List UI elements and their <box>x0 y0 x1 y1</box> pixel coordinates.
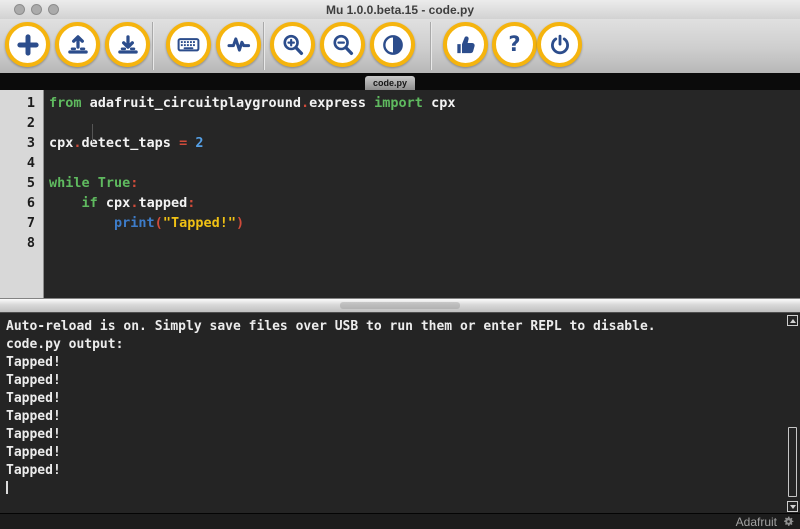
code-line: if cpx.tapped: <box>49 193 800 213</box>
zoom-out-button[interactable] <box>320 22 365 67</box>
download-icon <box>115 32 141 58</box>
power-icon <box>547 32 573 58</box>
chevron-down-icon <box>790 505 796 509</box>
line-number: 4 <box>0 153 35 173</box>
zoom-window-button[interactable] <box>48 4 59 15</box>
line-number: 7 <box>0 213 35 233</box>
scrollbar-up-button[interactable] <box>787 315 798 326</box>
line-number: 3 <box>0 133 35 153</box>
line-number: 5 <box>0 173 35 193</box>
line-number: 2 <box>0 113 35 133</box>
keyboard-icon <box>175 31 202 58</box>
indent-guide <box>92 124 93 143</box>
code-line: while True: <box>49 173 800 193</box>
mu-editor-window: Mu 1.0.0.beta.15 - code.py ? code.py 123… <box>0 0 800 529</box>
code-line <box>49 113 800 133</box>
toolbar: ? <box>0 19 800 73</box>
repl-line: Tapped! <box>6 372 784 390</box>
toolbar-separator <box>263 22 264 70</box>
line-number: 1 <box>0 93 35 113</box>
title-bar: Mu 1.0.0.beta.15 - code.py <box>0 0 800 20</box>
line-number: 6 <box>0 193 35 213</box>
code-editor[interactable]: 12345678 from adafruit_circuitplayground… <box>0 90 800 298</box>
magnifier-plus-icon <box>280 32 306 58</box>
close-window-button[interactable] <box>14 4 25 15</box>
magnifier-minus-icon <box>330 32 356 58</box>
traffic-lights <box>14 4 59 15</box>
plus-icon <box>15 32 41 58</box>
repl-line: Tapped! <box>6 426 784 444</box>
check-button[interactable] <box>443 22 488 67</box>
code-lines[interactable]: from adafruit_circuitplayground.express … <box>44 90 800 298</box>
toolbar-separator <box>152 22 153 70</box>
repl-line: Tapped! <box>6 390 784 408</box>
scrollbar-thumb[interactable] <box>788 427 797 497</box>
new-button[interactable] <box>5 22 50 67</box>
repl-line: Auto-reload is on. Simply save files ove… <box>6 318 784 336</box>
zoom-in-button[interactable] <box>270 22 315 67</box>
save-button[interactable] <box>105 22 150 67</box>
serial-button[interactable] <box>166 22 211 67</box>
plotter-button[interactable] <box>216 22 261 67</box>
status-bar: Adafruit <box>0 513 800 529</box>
tab-bar: code.py <box>0 73 800 90</box>
repl-line: Tapped! <box>6 354 784 372</box>
line-number-gutter: 12345678 <box>0 90 44 298</box>
scrollbar-down-button[interactable] <box>787 501 798 512</box>
code-line <box>49 233 800 253</box>
repl-line: Tapped! <box>6 462 784 480</box>
load-button[interactable] <box>55 22 100 67</box>
code-line: cpx.detect_taps = 2 <box>49 133 800 153</box>
repl-lines: Auto-reload is on. Simply save files ove… <box>6 318 784 480</box>
terminal-cursor <box>6 481 8 494</box>
toolbar-separator <box>430 22 431 70</box>
code-line: print("Tapped!") <box>49 213 800 233</box>
thumbs-up-icon <box>453 32 479 58</box>
repl-cursor-line <box>6 480 784 498</box>
window-title: Mu 1.0.0.beta.15 - code.py <box>326 3 474 17</box>
minimize-window-button[interactable] <box>31 4 42 15</box>
gear-icon[interactable] <box>782 515 795 528</box>
pulse-icon <box>225 31 252 58</box>
tab-code-py[interactable]: code.py <box>365 76 415 90</box>
pane-splitter[interactable] <box>0 298 800 313</box>
tab-label: code.py <box>373 78 407 88</box>
contrast-icon <box>380 32 406 58</box>
question-icon: ? <box>508 34 520 55</box>
help-button[interactable]: ? <box>492 22 537 67</box>
line-number: 8 <box>0 233 35 253</box>
repl-line: code.py output: <box>6 336 784 354</box>
chevron-up-icon <box>790 319 796 323</box>
upload-icon <box>65 32 91 58</box>
theme-button[interactable] <box>370 22 415 67</box>
quit-button[interactable] <box>537 22 582 67</box>
code-line: from adafruit_circuitplayground.express … <box>49 93 800 113</box>
repl-line: Tapped! <box>6 408 784 426</box>
serial-output-panel[interactable]: Auto-reload is on. Simply save files ove… <box>0 313 800 513</box>
mode-label: Adafruit <box>736 515 777 529</box>
code-line <box>49 153 800 173</box>
repl-line: Tapped! <box>6 444 784 462</box>
